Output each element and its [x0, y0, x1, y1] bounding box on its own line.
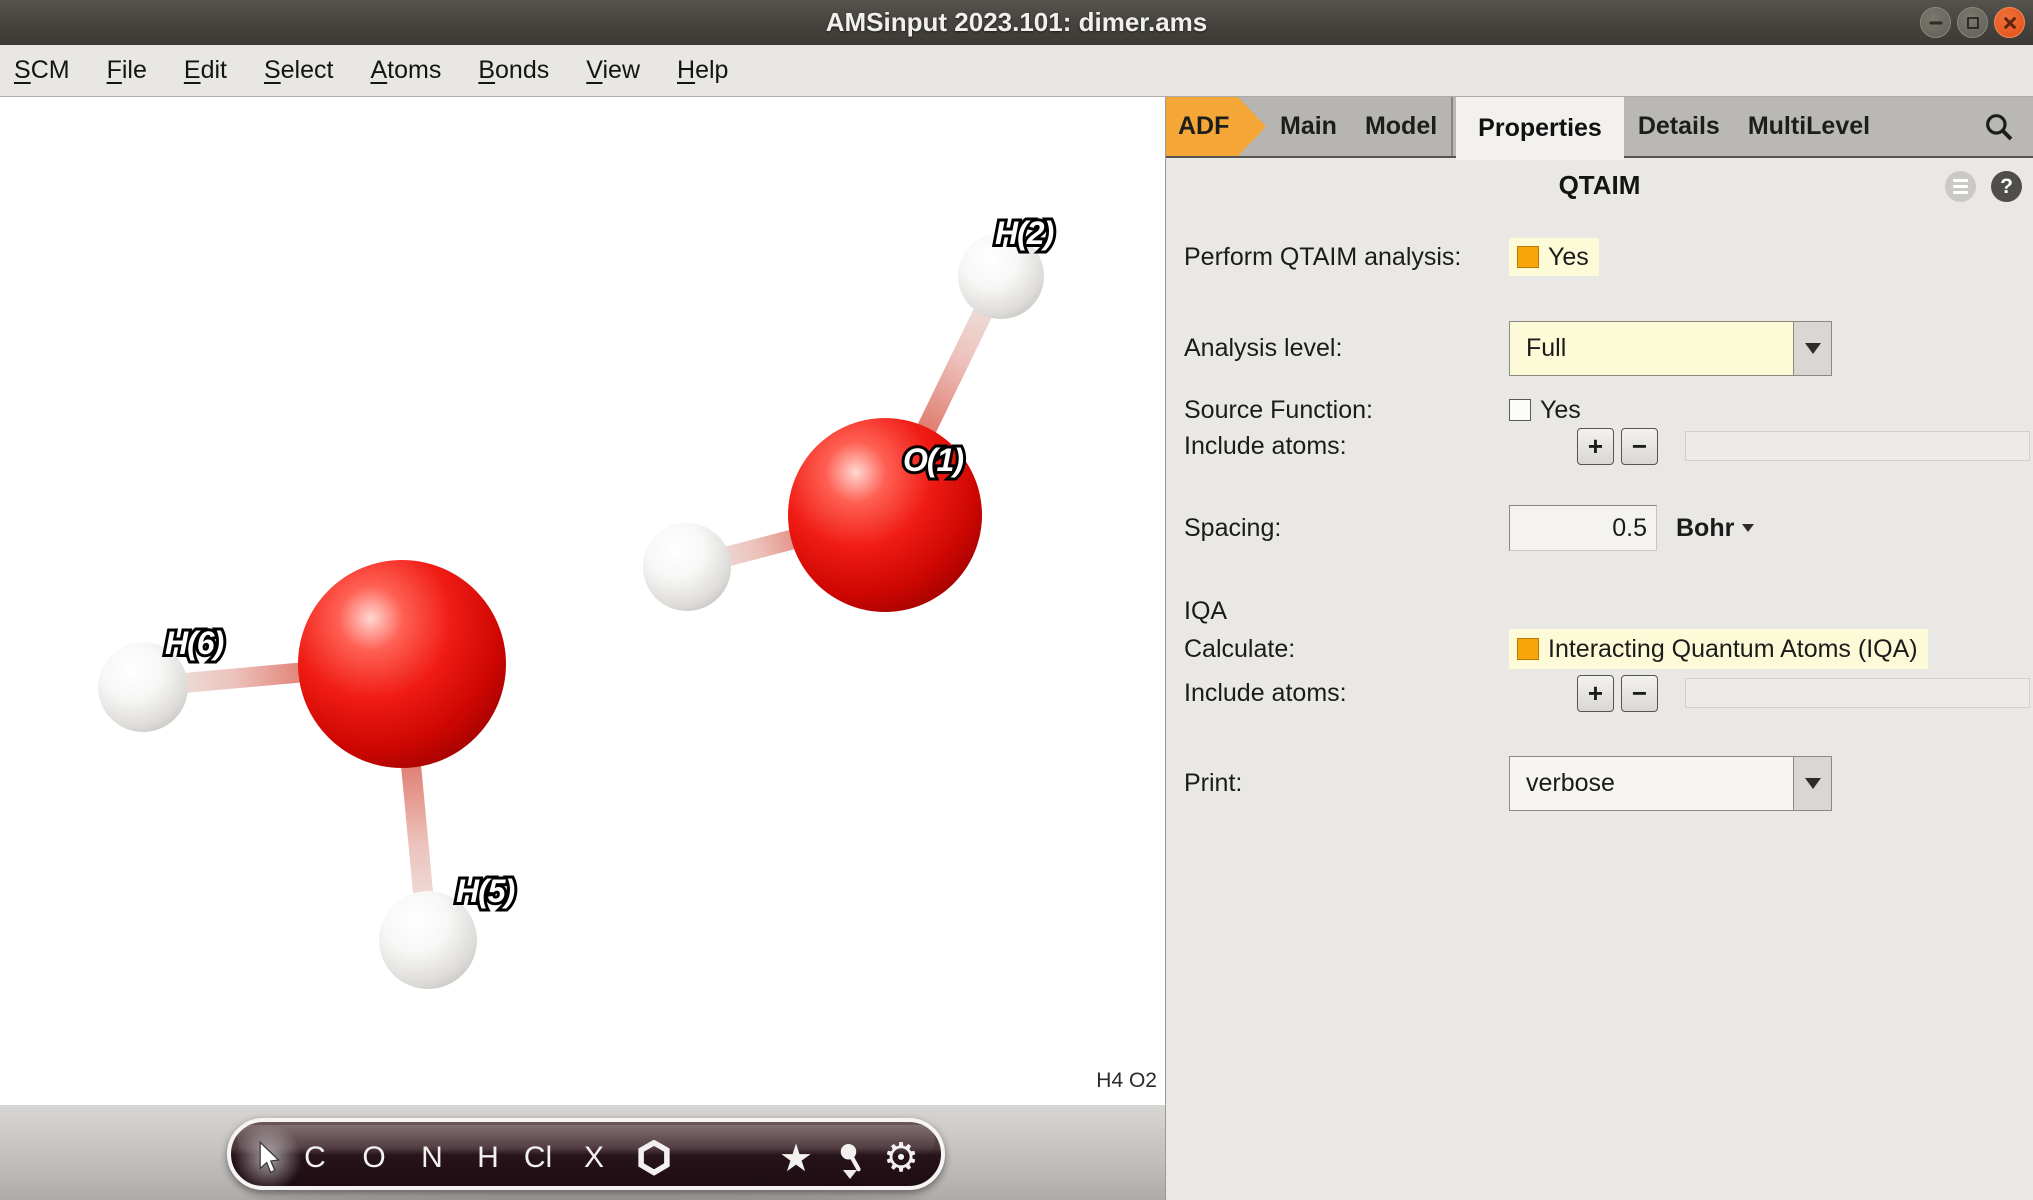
- settings-gear-icon[interactable]: ⚙: [883, 1138, 919, 1178]
- row-perform-qtaim: Perform QTAIM analysis: Yes: [1184, 238, 1599, 276]
- analysis-level-dropdown[interactable]: Full: [1509, 321, 1832, 376]
- minimize-button[interactable]: [1920, 7, 1951, 38]
- element-cl-button[interactable]: Cl: [524, 1143, 552, 1173]
- include-atoms-field[interactable]: [1685, 431, 2030, 461]
- tab-bar: ADF Main Model Properties Details MultiL…: [1166, 97, 2033, 158]
- checkbox-checked-icon[interactable]: [1517, 246, 1539, 268]
- remove-atom-button[interactable]: −: [1621, 428, 1658, 465]
- hamburger-icon: [1953, 179, 1968, 182]
- calculate-checkbox-field[interactable]: Interacting Quantum Atoms (IQA): [1509, 629, 1928, 669]
- cursor-tool-icon[interactable]: [253, 1141, 283, 1175]
- include-atoms-iqa-label: Include atoms:: [1184, 679, 1509, 708]
- analysis-level-label: Analysis level:: [1184, 334, 1509, 363]
- balloon-tool-icon[interactable]: [838, 1143, 864, 1173]
- spacing-input[interactable]: 0.5: [1509, 505, 1657, 551]
- add-atom-button[interactable]: +: [1577, 428, 1614, 465]
- maximize-icon: [1967, 17, 1979, 29]
- calculate-value: Interacting Quantum Atoms (IQA): [1548, 635, 1918, 664]
- adf-tab-group: ADF Main Model: [1166, 97, 1453, 156]
- menu-scm[interactable]: SCM: [14, 56, 70, 85]
- tab-model[interactable]: Model: [1351, 97, 1451, 156]
- analysis-level-value: Full: [1526, 322, 1566, 375]
- menu-view[interactable]: View: [586, 56, 640, 85]
- tab-details[interactable]: Details: [1624, 97, 1734, 156]
- menu-edit[interactable]: Edit: [184, 56, 227, 85]
- menu-file[interactable]: File: [107, 56, 147, 85]
- menu-atoms[interactable]: Atoms: [370, 56, 441, 85]
- menu-bonds[interactable]: Bonds: [478, 56, 549, 85]
- search-button[interactable]: [1983, 97, 2033, 156]
- amsinput-window: AMSinput 2023.101: dimer.ams SCM File Ed…: [0, 0, 2033, 1200]
- tab-adf[interactable]: ADF: [1166, 97, 1266, 156]
- element-n-button[interactable]: N: [421, 1143, 443, 1173]
- atom-label-h5: H(5): [456, 873, 514, 910]
- calculate-checkbox-checked-icon[interactable]: [1517, 638, 1539, 660]
- element-x-button[interactable]: X: [584, 1143, 604, 1173]
- spacing-label: Spacing:: [1184, 514, 1509, 543]
- ring-tool-icon[interactable]: [637, 1140, 671, 1176]
- include-atoms-label: Include atoms:: [1184, 432, 1509, 461]
- chevron-down-icon: [1805, 343, 1821, 354]
- row-include-atoms: Include atoms: + −: [1184, 426, 2030, 466]
- element-c-button[interactable]: C: [304, 1143, 326, 1173]
- source-function-value: Yes: [1540, 396, 1581, 425]
- spacing-unit: Bohr: [1676, 514, 1734, 543]
- tab-multilevel[interactable]: MultiLevel: [1734, 97, 1884, 156]
- structure-tool-star-icon[interactable]: ★: [779, 1139, 813, 1177]
- analysis-level-dropdown-button[interactable]: [1793, 322, 1831, 375]
- menu-select[interactable]: Select: [264, 56, 334, 85]
- element-o-button[interactable]: O: [362, 1143, 385, 1173]
- search-icon: [1983, 111, 2015, 143]
- tab-properties[interactable]: Properties: [1456, 97, 1624, 160]
- window-title: AMSinput 2023.101: dimer.ams: [826, 7, 1207, 38]
- remove-atom-iqa-button[interactable]: −: [1621, 675, 1658, 712]
- element-toolbar: C O N H Cl X ★ ⚙: [227, 1118, 945, 1190]
- row-analysis-level: Analysis level: Full: [1184, 320, 1832, 377]
- print-dropdown[interactable]: verbose: [1509, 756, 1832, 811]
- atom-h3[interactable]: [643, 523, 731, 611]
- source-function-checkbox[interactable]: [1509, 399, 1531, 421]
- maximize-button[interactable]: [1957, 7, 1988, 38]
- molecule-viewer[interactable]: H(2) O(1) H(6) H(5) H4 O2: [0, 97, 1165, 1105]
- atom-label-h2: H(2): [995, 215, 1053, 252]
- print-label: Print:: [1184, 769, 1509, 798]
- atom-label-h6: H(6): [165, 625, 223, 662]
- atom-label-o1: O(1): [903, 442, 963, 479]
- row-iqa-section: IQA: [1184, 596, 1227, 626]
- print-value: verbose: [1526, 757, 1615, 810]
- atom-o4[interactable]: [298, 560, 506, 768]
- tab-main[interactable]: Main: [1266, 97, 1351, 156]
- source-function-label: Source Function:: [1184, 396, 1509, 425]
- minimize-icon: [1929, 21, 1942, 24]
- calculate-label: Calculate:: [1184, 635, 1509, 664]
- formula-readout: H4 O2: [1096, 1069, 1157, 1093]
- menu-bar: SCM File Edit Select Atoms Bonds View He…: [0, 45, 2033, 97]
- perform-qtaim-value: Yes: [1548, 243, 1589, 272]
- panel-menu-button[interactable]: [1945, 171, 1976, 202]
- viewer-bottom-strip: C O N H Cl X ★ ⚙: [0, 1105, 1165, 1200]
- element-h-button[interactable]: H: [477, 1143, 499, 1173]
- help-button[interactable]: ?: [1991, 171, 2022, 202]
- perform-qtaim-checkbox-field[interactable]: Yes: [1509, 238, 1599, 276]
- include-atoms-iqa-field[interactable]: [1685, 678, 2030, 708]
- row-include-atoms-iqa: Include atoms: + −: [1184, 673, 2030, 713]
- page-title: QTAIM: [1166, 170, 2033, 201]
- row-calculate: Calculate: Interacting Quantum Atoms (IQ…: [1184, 629, 1928, 669]
- spacing-unit-dropdown[interactable]: Bohr: [1676, 514, 1754, 543]
- title-bar[interactable]: AMSinput 2023.101: dimer.ams: [0, 0, 2033, 45]
- add-atom-iqa-button[interactable]: +: [1577, 675, 1614, 712]
- perform-qtaim-label: Perform QTAIM analysis:: [1184, 243, 1509, 272]
- print-dropdown-button[interactable]: [1793, 757, 1831, 810]
- menu-help[interactable]: Help: [677, 56, 728, 85]
- unit-chevron-down-icon: [1742, 524, 1754, 532]
- window-controls: [1920, 7, 2025, 38]
- input-panel: ADF Main Model Properties Details MultiL…: [1165, 97, 2033, 1200]
- row-source-function: Source Function: Yes: [1184, 393, 1581, 427]
- row-print: Print: verbose: [1184, 755, 1832, 812]
- print-chevron-down-icon: [1805, 778, 1821, 789]
- close-button[interactable]: [1994, 7, 2025, 38]
- iqa-section-label: IQA: [1184, 597, 1227, 626]
- row-spacing: Spacing: 0.5 Bohr: [1184, 503, 1754, 553]
- help-icon: ?: [2000, 175, 2013, 199]
